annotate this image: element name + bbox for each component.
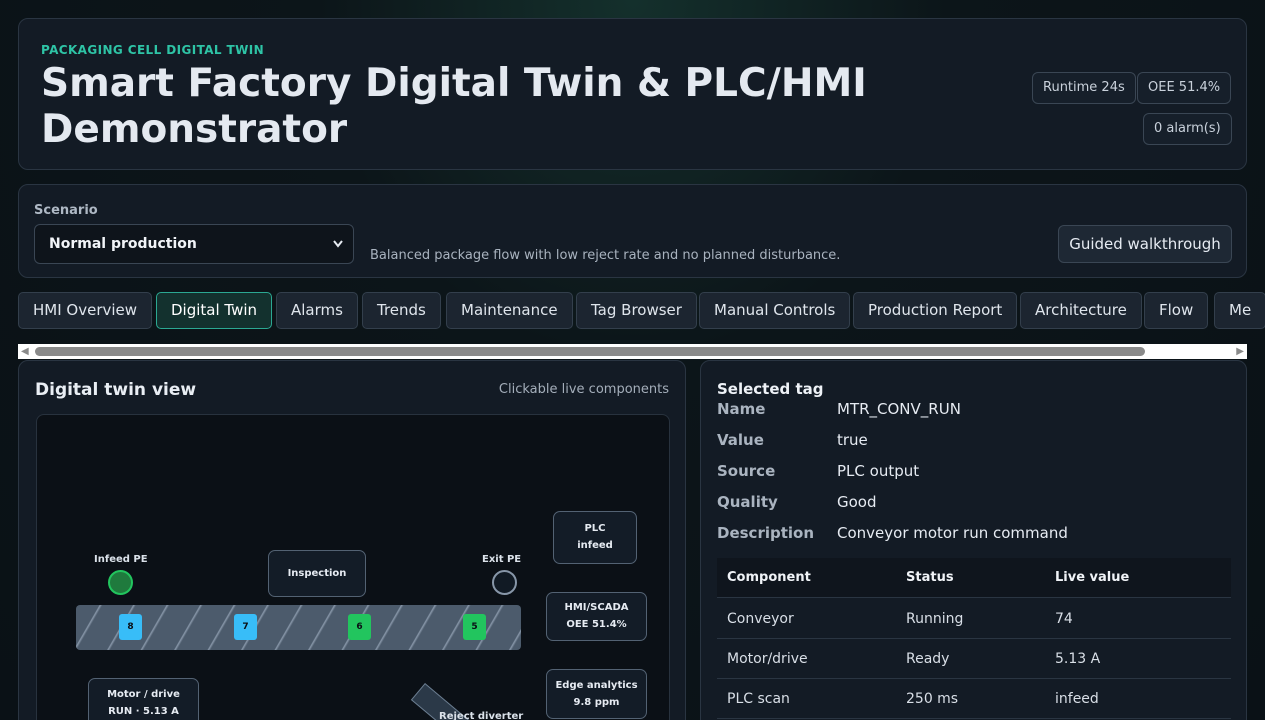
- tab-manual-controls[interactable]: Manual Controls: [699, 292, 851, 329]
- infeed-sensor-label: Infeed PE: [94, 554, 148, 565]
- infeed-sensor[interactable]: [108, 570, 133, 595]
- tag-field-value: true: [837, 431, 868, 449]
- edge-node-title: Edge analytics: [555, 680, 638, 691]
- digital-twin-panel: Digital twin view Clickable live compone…: [18, 360, 686, 720]
- scroll-right-icon[interactable]: ▶: [1236, 345, 1244, 358]
- column-header-live-value: Live value: [1055, 570, 1130, 585]
- table-row[interactable]: Conveyor Running 74: [717, 599, 1231, 639]
- scenario-selected-value: Normal production: [49, 236, 197, 252]
- edge-analytics-node[interactable]: Edge analytics 9.8 ppm: [546, 669, 647, 719]
- package[interactable]: 7: [234, 614, 257, 640]
- table-cell: 250 ms: [906, 691, 959, 707]
- package[interactable]: 5: [463, 614, 486, 640]
- twin-canvas: PLC infeed Infeed PE Exit PE Inspection …: [36, 414, 670, 720]
- plc-node[interactable]: PLC infeed: [553, 511, 637, 564]
- exit-sensor[interactable]: [492, 570, 517, 595]
- table-cell: infeed: [1055, 691, 1099, 707]
- table-cell: Ready: [906, 651, 950, 667]
- header-kicker: PACKAGING CELL DIGITAL TWIN: [41, 43, 265, 57]
- alarm-count-badge: 0 alarm(s): [1143, 113, 1232, 145]
- tag-field-key: Quality: [717, 493, 778, 511]
- tag-field-key: Description: [717, 524, 815, 542]
- hmi-scada-node[interactable]: HMI/SCADA OEE 51.4%: [546, 592, 647, 641]
- tag-field-value: PLC output: [837, 462, 920, 480]
- tab-bar: HMI Overview Digital Twin Alarms Trends …: [18, 292, 1265, 330]
- tag-field-value: Conveyor motor run command: [837, 524, 1068, 542]
- tab-digital-twin[interactable]: Digital Twin: [156, 292, 273, 329]
- scenario-card: Scenario Normal production Balanced pack…: [18, 184, 1247, 278]
- twin-panel-hint: Clickable live components: [498, 382, 669, 397]
- guided-walkthrough-button[interactable]: Guided walkthrough: [1058, 225, 1232, 263]
- table-cell: Motor/drive: [727, 651, 808, 667]
- motor-node-title: Motor / drive: [107, 689, 180, 700]
- table-header: Component Status Live value: [717, 558, 1231, 598]
- tab-maintenance[interactable]: Maintenance: [446, 292, 573, 329]
- plc-node-state: infeed: [577, 540, 613, 551]
- tab-more[interactable]: Me: [1214, 292, 1265, 329]
- tab-tag-browser[interactable]: Tag Browser: [576, 292, 697, 329]
- selected-tag-title: Selected tag: [717, 380, 824, 398]
- chevron-down-icon: [332, 225, 344, 278]
- column-header-component: Component: [727, 570, 811, 585]
- tab-trends[interactable]: Trends: [362, 292, 441, 329]
- tab-flow[interactable]: Flow: [1144, 292, 1209, 329]
- tab-alarms[interactable]: Alarms: [276, 292, 358, 329]
- table-row[interactable]: PLC scan 250 ms infeed: [717, 679, 1231, 719]
- page-title: Smart Factory Digital Twin & PLC/HMI Dem…: [41, 61, 867, 152]
- header-card: PACKAGING CELL DIGITAL TWIN Smart Factor…: [18, 18, 1247, 170]
- plc-node-title: PLC: [584, 523, 606, 534]
- motor-drive-node[interactable]: Motor / drive RUN · 5.13 A: [88, 678, 199, 720]
- table-cell: 5.13 A: [1055, 651, 1101, 667]
- tab-hmi-overview[interactable]: HMI Overview: [18, 292, 153, 329]
- exit-sensor-label: Exit PE: [482, 554, 522, 565]
- twin-panel-title: Digital twin view: [35, 380, 197, 400]
- scrollbar-thumb[interactable]: [35, 347, 1145, 356]
- tag-field-key: Value: [717, 431, 764, 449]
- scenario-select[interactable]: Normal production: [34, 224, 354, 264]
- tag-field-key: Name: [717, 400, 766, 418]
- package[interactable]: 8: [119, 614, 142, 640]
- tab-scrollbar[interactable]: ◀ ▶: [18, 344, 1247, 359]
- hmi-node-title: HMI/SCADA: [564, 602, 629, 613]
- edge-node-rate: 9.8 ppm: [573, 697, 620, 708]
- runtime-badge: Runtime 24s: [1032, 72, 1136, 104]
- selected-tag-panel: Selected tag Name MTR_CONV_RUN Value tru…: [700, 360, 1247, 720]
- conveyor-belt[interactable]: [76, 605, 521, 650]
- table-cell: Running: [906, 611, 964, 627]
- inspection-node[interactable]: Inspection: [268, 550, 366, 597]
- column-header-status: Status: [906, 570, 954, 585]
- table-row[interactable]: Motor/drive Ready 5.13 A: [717, 639, 1231, 679]
- scenario-description: Balanced package flow with low reject ra…: [370, 248, 841, 263]
- scroll-left-icon[interactable]: ◀: [21, 345, 29, 358]
- tag-field-value: Good: [837, 493, 877, 511]
- table-cell: PLC scan: [727, 691, 790, 707]
- tab-production-report[interactable]: Production Report: [853, 292, 1018, 329]
- oee-badge: OEE 51.4%: [1137, 72, 1232, 104]
- tab-architecture[interactable]: Architecture: [1020, 292, 1142, 329]
- hmi-node-oee: OEE 51.4%: [566, 619, 627, 630]
- motor-node-state: RUN · 5.13 A: [108, 706, 179, 717]
- tag-field-value: MTR_CONV_RUN: [837, 400, 961, 418]
- table-cell: Conveyor: [727, 611, 794, 627]
- package[interactable]: 6: [348, 614, 371, 640]
- scenario-label: Scenario: [34, 203, 98, 218]
- tag-field-key: Source: [717, 462, 776, 480]
- reject-diverter-label: Reject diverter: [439, 711, 524, 720]
- table-cell: 74: [1055, 611, 1073, 627]
